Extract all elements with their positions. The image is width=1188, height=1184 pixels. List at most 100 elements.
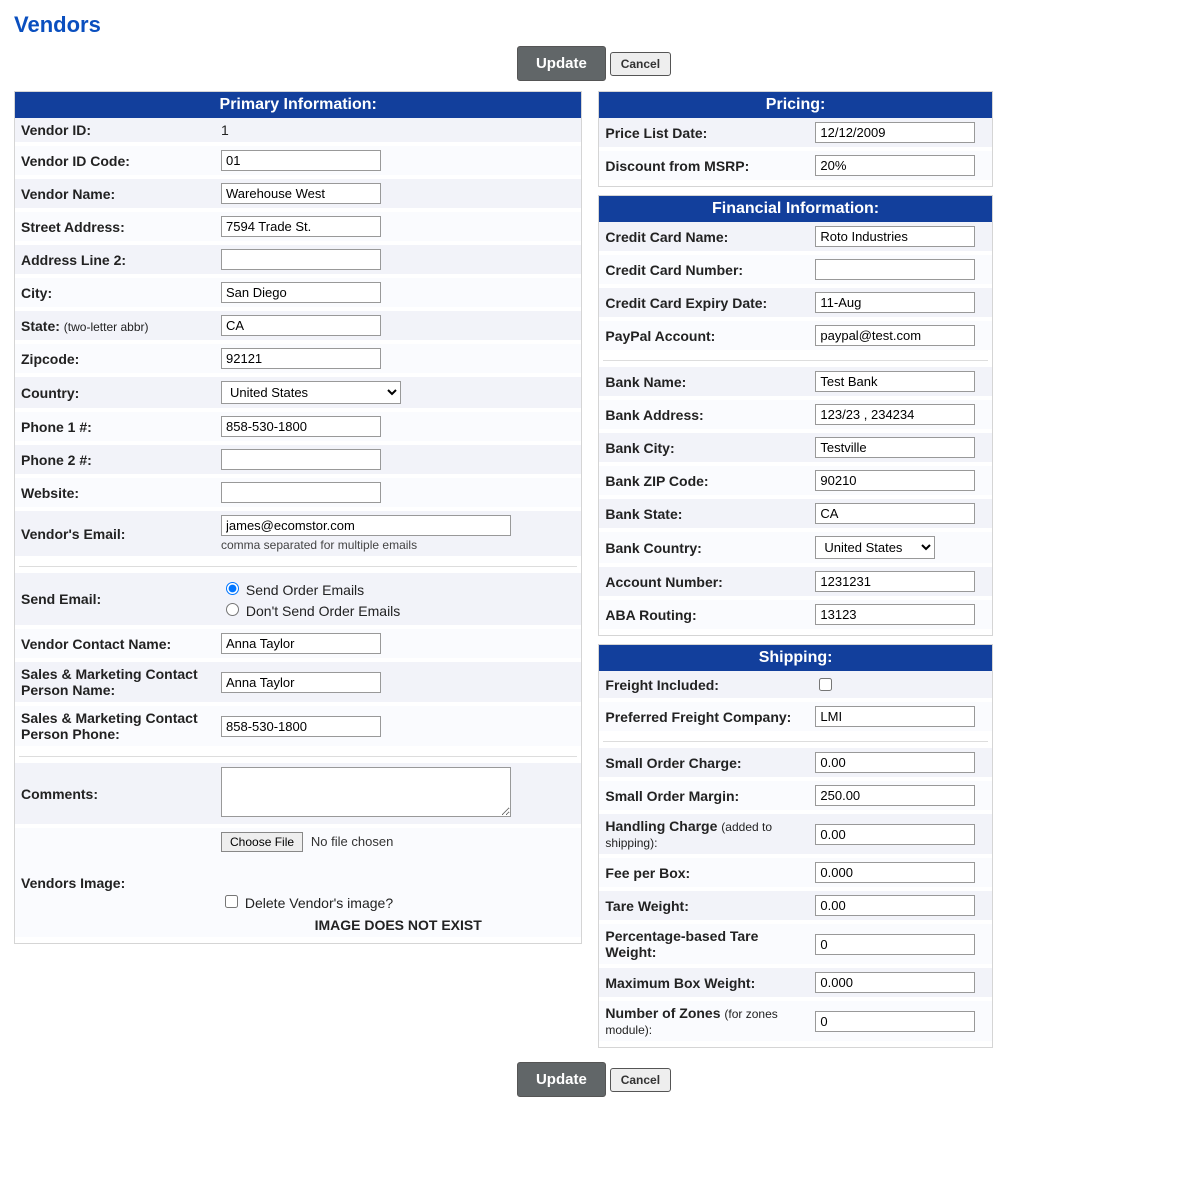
pricing-panel: Pricing: Price List Date: Discount from … [598,91,992,187]
label-vendor-name: Vendor Name: [15,177,215,210]
cancel-button-bottom[interactable]: Cancel [610,1068,671,1092]
input-aba[interactable] [815,604,975,625]
input-contact-name[interactable] [221,633,381,654]
input-zones[interactable] [815,1011,975,1032]
shipping-header: Shipping: [599,645,991,671]
label-vendor-id: Vendor ID: [15,118,215,144]
input-vendor-id-code[interactable] [221,150,381,171]
input-bank-name[interactable] [815,371,975,392]
primary-info-panel: Primary Information: Vendor ID: 1 Vendor… [14,91,582,944]
input-handling[interactable] [815,824,975,845]
label-state: State: (two-letter abbr) [15,309,215,342]
input-email[interactable] [221,515,511,536]
input-phone2[interactable] [221,449,381,470]
textarea-comments[interactable] [221,767,511,817]
input-sm-phone[interactable] [221,716,381,737]
cancel-button[interactable]: Cancel [610,52,671,76]
radio-dont-send-label: Don't Send Order Emails [246,603,400,619]
label-phone1: Phone 1 #: [15,410,215,443]
checkbox-delete-image[interactable] [225,895,238,908]
label-zones: Number of Zones (for zones module): [599,999,809,1043]
input-discount[interactable] [815,155,975,176]
input-fee-box[interactable] [815,862,975,883]
update-button[interactable]: Update [517,46,606,81]
input-vendor-name[interactable] [221,183,381,204]
label-bank-addr: Bank Address: [599,398,809,431]
financial-panel: Financial Information: Credit Card Name:… [598,195,992,636]
input-paypal[interactable] [815,325,975,346]
input-acct-num[interactable] [815,571,975,592]
input-small-margin[interactable] [815,785,975,806]
label-bank-city: Bank City: [599,431,809,464]
input-street[interactable] [221,216,381,237]
input-bank-city[interactable] [815,437,975,458]
input-state[interactable] [221,315,381,336]
email-hint: comma separated for multiple emails [221,538,575,552]
label-city: City: [15,276,215,309]
label-image: Vendors Image: [15,826,215,939]
image-missing-text: IMAGE DOES NOT EXIST [221,917,575,933]
label-addr2: Address Line 2: [15,243,215,276]
label-zip: Zipcode: [15,342,215,375]
input-phone1[interactable] [221,416,381,437]
primary-info-header: Primary Information: [15,92,581,118]
label-pct-tare: Percentage-based Tare Weight: [599,922,809,966]
label-cc-exp: Credit Card Expiry Date: [599,286,809,319]
radio-dont-send-emails[interactable] [226,603,239,616]
input-pct-tare[interactable] [815,934,975,955]
shipping-panel: Shipping: Freight Included: Preferred Fr… [598,644,992,1048]
label-cc-name: Credit Card Name: [599,222,809,253]
label-paypal: PayPal Account: [599,319,809,352]
input-website[interactable] [221,482,381,503]
input-cc-name[interactable] [815,226,975,247]
input-tare[interactable] [815,895,975,916]
label-fee-box: Fee per Box: [599,856,809,889]
label-website: Website: [15,476,215,509]
label-small-charge: Small Order Charge: [599,748,809,779]
label-contact-name: Vendor Contact Name: [15,627,215,660]
input-bank-addr[interactable] [815,404,975,425]
label-discount: Discount from MSRP: [599,149,809,182]
label-price-date: Price List Date: [599,118,809,149]
input-cc-num[interactable] [815,259,975,280]
file-status: No file chosen [311,834,393,849]
label-sm-name: Sales & Marketing Contact Person Name: [15,660,215,704]
choose-file-button[interactable]: Choose File [221,832,303,852]
input-zip[interactable] [221,348,381,369]
label-sm-phone: Sales & Marketing Contact Person Phone: [15,704,215,748]
top-button-row: Update Cancel [14,46,1174,81]
input-bank-state[interactable] [815,503,975,524]
input-max-box[interactable] [815,972,975,993]
update-button-bottom[interactable]: Update [517,1062,606,1097]
label-bank-zip: Bank ZIP Code: [599,464,809,497]
label-small-margin: Small Order Margin: [599,779,809,812]
select-bank-country[interactable]: United States [815,536,935,559]
checkbox-freight-included[interactable] [819,678,832,691]
input-sm-name[interactable] [221,672,381,693]
radio-send-emails[interactable] [226,582,239,595]
label-street: Street Address: [15,210,215,243]
value-vendor-id: 1 [215,118,581,144]
input-city[interactable] [221,282,381,303]
label-max-box: Maximum Box Weight: [599,966,809,999]
label-vendor-id-code: Vendor ID Code: [15,144,215,177]
label-bank-state: Bank State: [599,497,809,530]
input-bank-zip[interactable] [815,470,975,491]
select-country[interactable]: United States [221,381,401,404]
label-pref-company: Preferred Freight Company: [599,700,809,733]
input-addr2[interactable] [221,249,381,270]
label-country: Country: [15,375,215,410]
label-handling: Handling Charge (added to shipping): [599,812,809,856]
input-pref-company[interactable] [815,706,975,727]
input-price-date[interactable] [815,122,975,143]
input-cc-exp[interactable] [815,292,975,313]
label-freight-inc: Freight Included: [599,671,809,700]
label-cc-num: Credit Card Number: [599,253,809,286]
label-aba: ABA Routing: [599,598,809,631]
input-small-charge[interactable] [815,752,975,773]
bottom-button-row: Update Cancel [14,1062,1174,1097]
label-phone2: Phone 2 #: [15,443,215,476]
label-tare: Tare Weight: [599,889,809,922]
radio-send-label: Send Order Emails [246,582,364,598]
financial-header: Financial Information: [599,196,991,222]
